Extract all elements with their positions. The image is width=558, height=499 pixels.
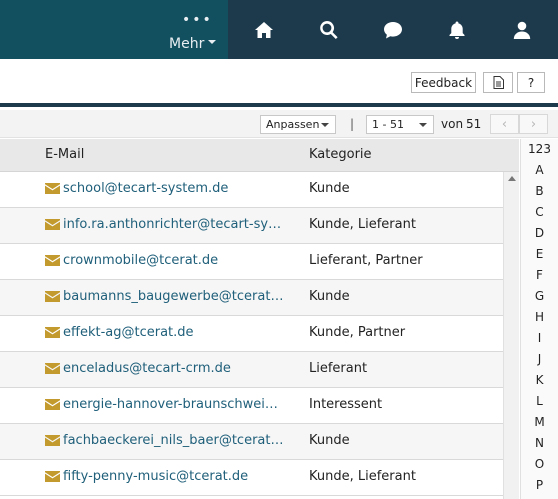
envelope-icon bbox=[45, 183, 60, 194]
range-dropdown[interactable]: 1 - 51 bbox=[366, 115, 434, 134]
range-dropdown-value: 1 - 51 bbox=[372, 118, 404, 131]
adjust-dropdown-label: Anpassen bbox=[266, 118, 320, 131]
alphabet-index-item[interactable]: K bbox=[521, 370, 558, 391]
search-button[interactable] bbox=[309, 10, 349, 50]
envelope-icon bbox=[45, 219, 60, 230]
email-link[interactable]: fachbaeckerei_nils_baer@tcerat.de bbox=[63, 433, 285, 448]
column-header-category[interactable]: Kategorie bbox=[309, 147, 372, 162]
alphabet-index-item[interactable]: J bbox=[521, 349, 558, 370]
alphabet-index-item[interactable]: 123 bbox=[521, 139, 558, 160]
envelope-icon bbox=[45, 327, 60, 338]
pager-separator: | bbox=[350, 117, 355, 131]
alphabet-index-item[interactable]: A bbox=[521, 160, 558, 181]
alphabet-index: 123 A B C D E F G H I J K L M N O P bbox=[520, 139, 558, 499]
email-link[interactable]: energie-hannover-braunschweig@tcerat.de bbox=[63, 397, 285, 412]
chat-icon bbox=[383, 21, 402, 38]
email-link[interactable]: school@tecart-system.de bbox=[63, 181, 285, 196]
category-cell: Lieferant, Partner bbox=[309, 253, 423, 268]
document-icon bbox=[493, 76, 504, 89]
email-link[interactable]: enceladus@tecart-crm.de bbox=[63, 361, 285, 376]
email-link[interactable]: effekt-ag@tcerat.de bbox=[63, 325, 285, 340]
chevron-down-icon bbox=[208, 40, 217, 44]
category-cell: Kunde, Partner bbox=[309, 325, 406, 340]
pager-of-label: von bbox=[441, 117, 464, 131]
user-icon bbox=[513, 21, 530, 39]
category-cell: Lieferant bbox=[309, 361, 368, 376]
table-row[interactable]: baumanns_baugewerbe@tcerat.de Kunde bbox=[0, 280, 503, 316]
table-row[interactable]: school@tecart-system.de Kunde bbox=[0, 172, 503, 208]
email-link[interactable]: info.ra.anthonrichter@tecart-system.de bbox=[63, 217, 285, 232]
feedback-button[interactable]: Feedback bbox=[411, 72, 476, 93]
chevron-down-icon bbox=[419, 123, 427, 127]
email-link[interactable]: crownmobile@tcerat.de bbox=[63, 253, 285, 268]
scroll-up-arrow-icon[interactable] bbox=[508, 176, 516, 181]
pager-total: 51 bbox=[466, 117, 482, 131]
home-icon bbox=[255, 21, 274, 38]
alphabet-index-item[interactable]: G bbox=[521, 286, 558, 307]
chat-button[interactable] bbox=[373, 10, 413, 50]
more-menu-button[interactable]: Mehr bbox=[169, 36, 217, 52]
table-row[interactable]: fifty-penny-music@tcerat.de Kunde, Liefe… bbox=[0, 460, 503, 496]
notifications-button[interactable] bbox=[437, 10, 477, 50]
category-cell: Kunde bbox=[309, 289, 350, 304]
nav-icon-bar bbox=[228, 0, 558, 59]
alphabet-index-item[interactable]: B bbox=[521, 181, 558, 202]
table-header: E-Mail Kategorie bbox=[0, 139, 519, 172]
alphabet-index-item[interactable]: F bbox=[521, 265, 558, 286]
previous-page-button[interactable]: ‹ bbox=[490, 114, 519, 134]
help-button[interactable]: ? bbox=[517, 72, 545, 93]
category-cell: Kunde bbox=[309, 181, 350, 196]
alphabet-index-item[interactable]: O bbox=[521, 454, 558, 475]
more-menu-label: Mehr bbox=[169, 36, 205, 52]
category-cell: Kunde bbox=[309, 433, 350, 448]
alphabet-index-item[interactable]: C bbox=[521, 202, 558, 223]
envelope-icon bbox=[45, 471, 60, 482]
home-button[interactable] bbox=[244, 10, 284, 50]
envelope-icon bbox=[45, 255, 60, 266]
chevron-down-icon bbox=[321, 123, 329, 127]
user-button[interactable] bbox=[502, 10, 542, 50]
table-row[interactable]: enceladus@tecart-crm.de Lieferant bbox=[0, 352, 503, 388]
table-row[interactable]: effekt-ag@tcerat.de Kunde, Partner bbox=[0, 316, 503, 352]
search-icon bbox=[319, 20, 338, 39]
table-body: school@tecart-system.de Kunde info.ra.an… bbox=[0, 172, 503, 496]
alphabet-index-item[interactable]: H bbox=[521, 307, 558, 328]
envelope-icon bbox=[45, 399, 60, 410]
alphabet-index-item[interactable]: N bbox=[521, 433, 558, 454]
category-cell: Kunde, Lieferant bbox=[309, 217, 416, 232]
table-row[interactable]: fachbaeckerei_nils_baer@tcerat.de Kunde bbox=[0, 424, 503, 460]
alphabet-index-item[interactable]: M bbox=[521, 412, 558, 433]
table-row[interactable]: info.ra.anthonrichter@tecart-system.de K… bbox=[0, 208, 503, 244]
adjust-dropdown[interactable]: Anpassen bbox=[260, 115, 336, 134]
more-dots-icon[interactable]: ••• bbox=[182, 12, 213, 28]
email-link[interactable]: fifty-penny-music@tcerat.de bbox=[63, 469, 285, 484]
nav-left-panel: ••• Mehr bbox=[0, 0, 228, 59]
table-row[interactable]: crownmobile@tcerat.de Lieferant, Partner bbox=[0, 244, 503, 280]
document-button[interactable] bbox=[483, 72, 513, 93]
alphabet-index-item[interactable]: I bbox=[521, 328, 558, 349]
alphabet-index-item[interactable]: E bbox=[521, 244, 558, 265]
category-cell: Interessent bbox=[309, 397, 383, 412]
envelope-icon bbox=[45, 363, 60, 374]
top-navigation: ••• Mehr bbox=[0, 0, 558, 59]
category-cell: Kunde, Lieferant bbox=[309, 469, 416, 484]
envelope-icon bbox=[45, 291, 60, 302]
toolbar-divider bbox=[0, 103, 558, 107]
table-scrollbar[interactable] bbox=[503, 172, 519, 499]
column-header-email[interactable]: E-Mail bbox=[45, 147, 84, 162]
email-link[interactable]: baumanns_baugewerbe@tcerat.de bbox=[63, 289, 285, 304]
alphabet-index-item[interactable]: L bbox=[521, 391, 558, 412]
table-row[interactable]: energie-hannover-braunschweig@tcerat.de … bbox=[0, 388, 503, 424]
alphabet-index-item[interactable]: D bbox=[521, 223, 558, 244]
alphabet-index-item[interactable]: P bbox=[521, 475, 558, 496]
bell-icon bbox=[449, 21, 465, 39]
envelope-icon bbox=[45, 435, 60, 446]
next-page-button[interactable]: › bbox=[519, 114, 548, 134]
